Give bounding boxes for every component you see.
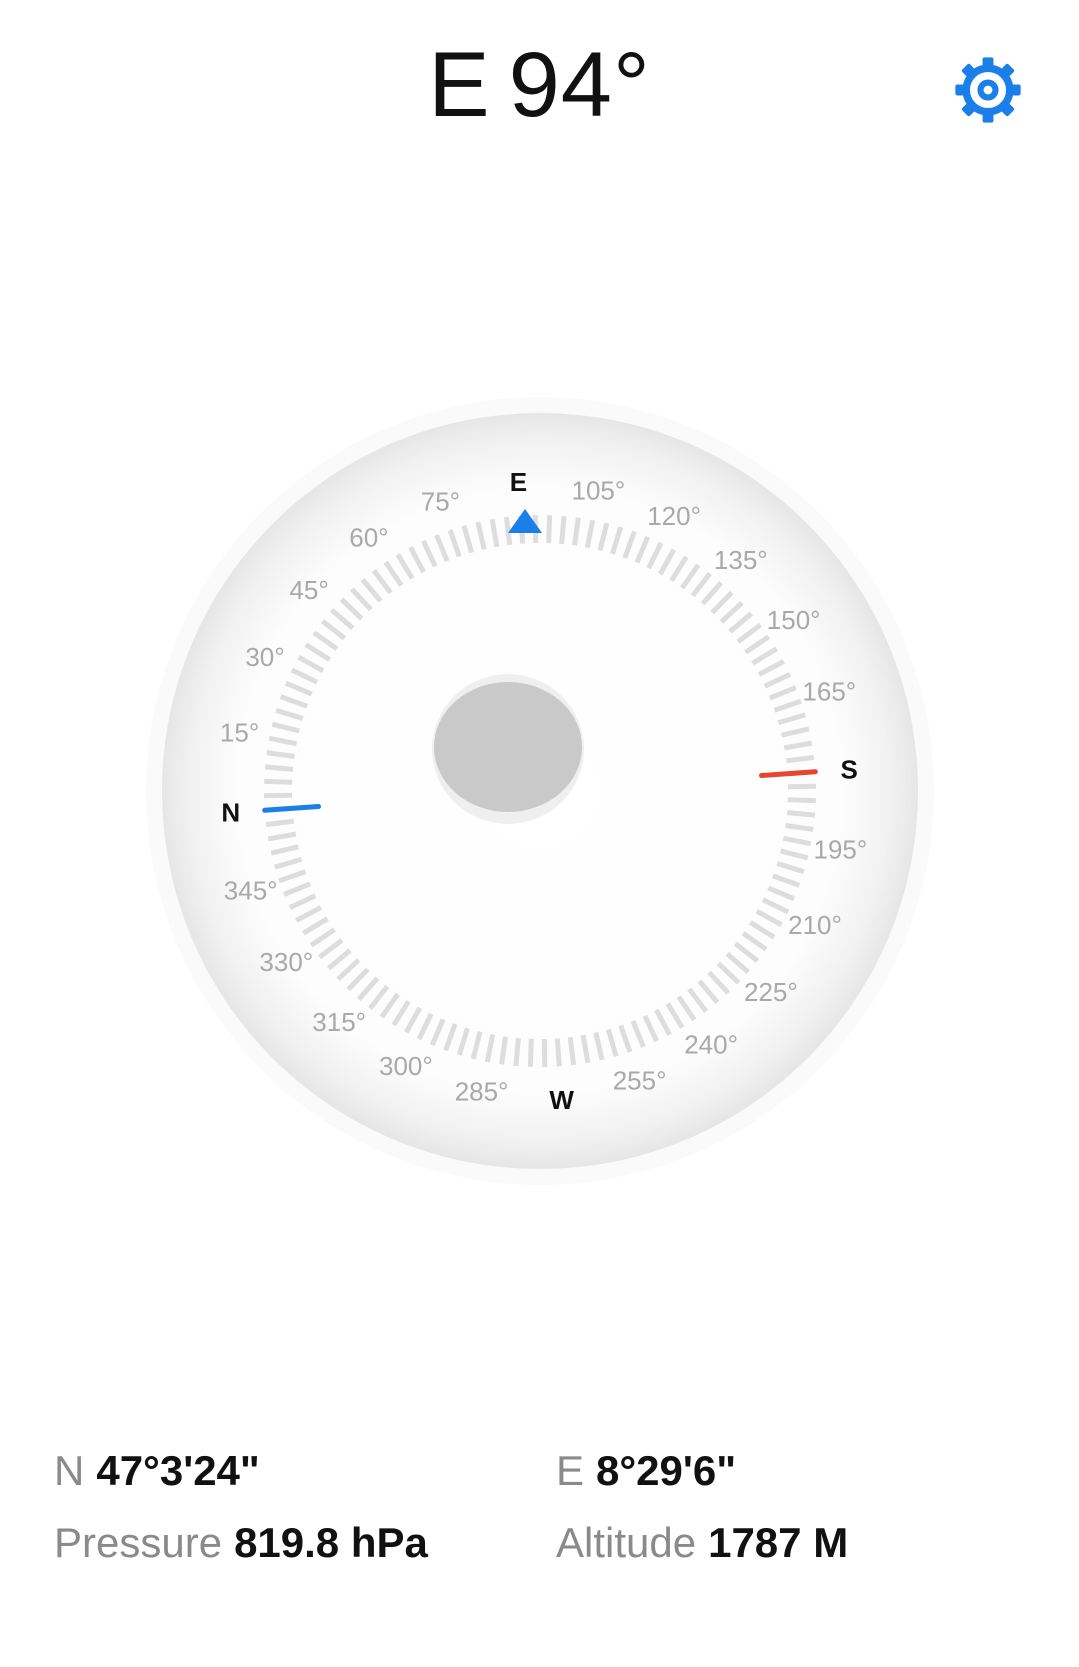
coordinates-row: N 47°3'24" E 8°29'6" — [54, 1446, 1044, 1506]
heading-direction: E — [428, 34, 491, 136]
compass-tick — [787, 783, 817, 790]
compass-tick — [541, 1038, 548, 1068]
altitude-readout: Altitude 1787 M — [556, 1518, 848, 1568]
degree-label: 135° — [714, 545, 768, 575]
altitude-label: Altitude — [556, 1519, 697, 1566]
compass-tick — [787, 797, 816, 804]
compass-tick — [567, 1036, 577, 1066]
compass-tick — [554, 1038, 562, 1067]
degree-label: 150° — [767, 605, 821, 635]
settings-button[interactable] — [954, 56, 1022, 124]
altitude-value: 1787 M — [708, 1519, 849, 1566]
latitude-value: 47°3'24" — [96, 1447, 260, 1494]
compass-dial: 15° 30° 45° 60° 75° 105° 120° 135° 150° 165° 195° 2… — [146, 397, 934, 1185]
compass-tick — [264, 778, 293, 785]
level-bubble — [434, 682, 582, 812]
heading-readout: E 94° — [0, 30, 1079, 140]
degree-label: 165° — [802, 676, 856, 706]
degree-label: 300° — [379, 1051, 433, 1081]
degree-label: 30° — [245, 642, 284, 672]
degree-label: 120° — [647, 501, 701, 531]
compass-tick — [263, 792, 293, 799]
latitude-label: N — [54, 1447, 85, 1494]
degree-label: 315° — [312, 1007, 366, 1037]
degree-label: 195° — [814, 834, 868, 864]
gear-icon — [955, 57, 1021, 123]
compass-tick — [513, 1037, 521, 1067]
cardinal-west: W — [549, 1085, 574, 1115]
degree-label: 105° — [572, 476, 626, 506]
degree-label: 15° — [220, 718, 259, 748]
degree-label: 240° — [684, 1030, 738, 1060]
degree-label: 345° — [224, 876, 278, 906]
longitude-readout: E 8°29'6" — [556, 1446, 736, 1496]
pressure-value: 819.8 hPa — [234, 1519, 428, 1566]
compass-tick — [785, 754, 815, 764]
degree-label: 330° — [259, 947, 313, 977]
compass-tick — [264, 764, 294, 772]
compass-tick — [559, 515, 567, 545]
degree-label: 45° — [289, 575, 328, 605]
environment-row: Pressure 819.8 hPa Altitude 1787 M — [54, 1518, 1044, 1578]
cardinal-north: N — [221, 798, 240, 828]
degree-label: 210° — [788, 910, 842, 940]
degree-label: 75° — [421, 487, 460, 517]
pressure-label: Pressure — [54, 1519, 223, 1566]
cardinal-south: S — [841, 754, 858, 784]
cardinal-east: E — [510, 467, 527, 497]
compass-tick — [786, 810, 816, 818]
compass-tick — [527, 1038, 534, 1067]
longitude-value: 8°29'6" — [596, 1447, 737, 1494]
heading-degrees: 94° — [508, 34, 651, 136]
degree-label: 60° — [349, 522, 388, 552]
degree-label: 225° — [744, 977, 798, 1007]
compass-tick — [503, 516, 513, 546]
compass-tick — [546, 515, 553, 544]
longitude-label: E — [556, 1447, 585, 1494]
degree-label: 285° — [455, 1076, 509, 1106]
latitude-readout: N 47°3'24" — [54, 1446, 260, 1496]
degree-label: 255° — [613, 1065, 667, 1095]
pressure-readout: Pressure 819.8 hPa — [54, 1518, 428, 1568]
compass-tick — [265, 818, 295, 828]
